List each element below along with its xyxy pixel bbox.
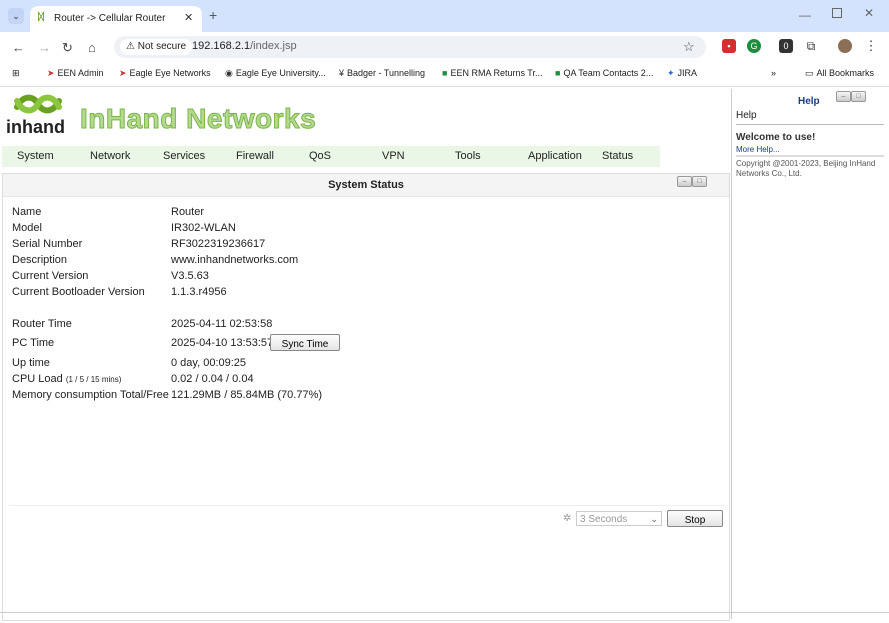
menu-vpn[interactable]: VPN [382,150,405,162]
row-value: V3.5.63 [171,270,209,282]
window-maximize-icon[interactable] [832,8,842,18]
inhand-favicon-icon: ᛞ [38,12,44,23]
back-icon[interactable]: ← [12,40,25,55]
menu-application[interactable]: Application [528,150,582,162]
refresh-divider [9,505,725,506]
menu-qos[interactable]: QoS [309,150,331,162]
window-close-icon[interactable]: ✕ [864,6,874,20]
home-icon[interactable]: ⌂ [88,40,96,55]
brand-name: InHand Networks [79,103,317,135]
router-page: inhand InHand Networks System Network Se… [0,87,889,623]
panel-window-controls: – □ [677,176,707,187]
row-value: Router [171,206,205,218]
stop-button[interactable]: Stop [667,510,723,527]
row-value: IR302-WLAN [171,222,236,234]
more-help-link[interactable]: More Help... [736,145,780,154]
browser-menu-icon[interactable]: ⋮ [864,39,878,53]
help-header: Help – □ [732,89,888,111]
bookmark-badger-tunnelling[interactable]: ¥ Badger - Tunnelling [339,68,425,78]
panel-maximize-icon[interactable]: □ [692,176,707,187]
row-value: 0 day, 00:09:25 [171,357,247,369]
panel-header: System Status – □ [3,174,729,197]
help-label: Help [736,110,757,121]
sync-time-button[interactable]: Sync Time [270,334,340,351]
row-label: Up time [12,357,50,369]
help-maximize-icon[interactable]: □ [851,91,866,102]
loading-spinner-icon: ✲ [563,513,572,524]
new-tab-icon[interactable]: + [209,7,217,23]
menu-network[interactable]: Network [90,150,130,162]
row-label: Model [12,222,42,234]
browser-tab[interactable]: ᛞ Router -> Cellular Router ✕ [30,6,202,32]
address-bar[interactable]: ⚠ Not secure 192.168.2.1/index.jsp ☆ [114,36,706,58]
bookmarks-bar: ⊞ ➤ EEN Admin ➤ Eagle Eye Networks ◉ Eagle … [0,62,889,87]
row-label: Name [12,206,42,218]
tab-close-icon[interactable]: ✕ [184,11,193,24]
bookmark-een-rma[interactable]: ■ EEN RMA Returns Tr... [442,68,542,78]
browser-toolbar: ← → ↻ ⌂ ⚠ Not secure 192.168.2.1/index.j… [0,32,889,62]
browser-tab-bar: ⌄ ᛞ Router -> Cellular Router ✕ + — ✕ [0,0,889,32]
row-label: Current Version [12,270,89,282]
window-minimize-icon[interactable]: — [799,8,811,22]
logo-text: inhand [6,117,65,137]
help-window-controls: – □ [836,91,866,102]
menu-tools[interactable]: Tools [455,150,481,162]
not-secure-badge[interactable]: ⚠ Not secure [120,39,193,55]
row-value: RF3022319236617 [171,238,266,250]
url-text[interactable]: 192.168.2.1/index.jsp [192,40,297,52]
copyright-text: Copyright @2001-2023, Beijing InHand Net… [736,159,876,178]
menu-status[interactable]: Status [602,150,633,162]
row-label: PC Time [12,337,55,349]
row-value: 2025-04-11 02:53:58 [171,318,273,330]
all-bookmarks-button[interactable]: ▭ All Bookmarks [805,68,874,79]
page-bottom-border [0,612,889,613]
row-label: Current Bootloader Version [12,286,145,298]
extensions-puzzle-icon[interactable]: ⧉ [804,39,818,53]
row-label: Description [12,254,68,266]
help-divider [736,124,884,125]
bookmark-eagle-eye-networks[interactable]: ➤ Eagle Eye Networks [119,68,211,79]
menu-firewall[interactable]: Firewall [236,150,274,162]
extension-red-icon[interactable]: ▪ [722,39,736,53]
reload-icon[interactable]: ↻ [62,40,73,56]
bookmark-eagle-eye-university[interactable]: ◉ Eagle Eye University... [225,68,326,79]
chevron-down-icon: ⌄ [650,514,658,524]
row-value: www.inhandnetworks.com [171,254,299,266]
extension-badge-icon[interactable]: 0 [779,39,793,53]
row-label: Router Time [12,318,72,330]
help-title: Help [798,96,820,107]
apps-grid-icon[interactable]: ⊞ [12,68,20,79]
help-divider [736,155,884,157]
bookmark-star-icon[interactable]: ☆ [683,39,695,55]
menu-system[interactable]: System [17,150,54,162]
forward-icon[interactable]: → [38,40,51,55]
help-panel: Help – □ Help Welcome to use! More Help.… [731,89,888,619]
main-menu: System Network Services Firewall QoS VPN… [2,146,660,167]
bookmark-jira[interactable]: ✦ JIRA [667,68,697,79]
grammarly-icon[interactable]: G [747,39,761,53]
help-welcome: Welcome to use! [736,132,816,143]
bookmark-een-admin[interactable]: ➤ EEN Admin [47,68,104,79]
bookmarks-overflow-icon[interactable]: » [771,68,776,78]
menu-services[interactable]: Services [163,150,205,162]
row-value: 121.29MB / 85.84MB (70.77%) [171,389,323,401]
tab-title: Router -> Cellular Router [54,13,166,24]
row-label: CPU Load (1 / 5 / 15 mins) [12,373,122,385]
profile-avatar[interactable] [838,39,852,53]
system-status-panel: System Status – □ Name Router Model IR30… [2,173,730,621]
row-label: Serial Number [12,238,83,250]
panel-title: System Status [328,179,404,191]
tab-search-button[interactable]: ⌄ [8,8,24,24]
help-minimize-icon[interactable]: – [836,91,851,102]
row-value: 0.02 / 0.04 / 0.04 [171,373,254,385]
row-label: Memory consumption Total/Free [12,389,169,401]
refresh-interval-select[interactable]: 3 Seconds ⌄ [576,511,662,526]
panel-minimize-icon[interactable]: – [677,176,692,187]
bookmark-qa-team[interactable]: ■ QA Team Contacts 2... [555,68,653,78]
row-value: 2025-04-10 13:53:57 [171,337,274,349]
row-value: 1.1.3.r4956 [171,286,227,298]
